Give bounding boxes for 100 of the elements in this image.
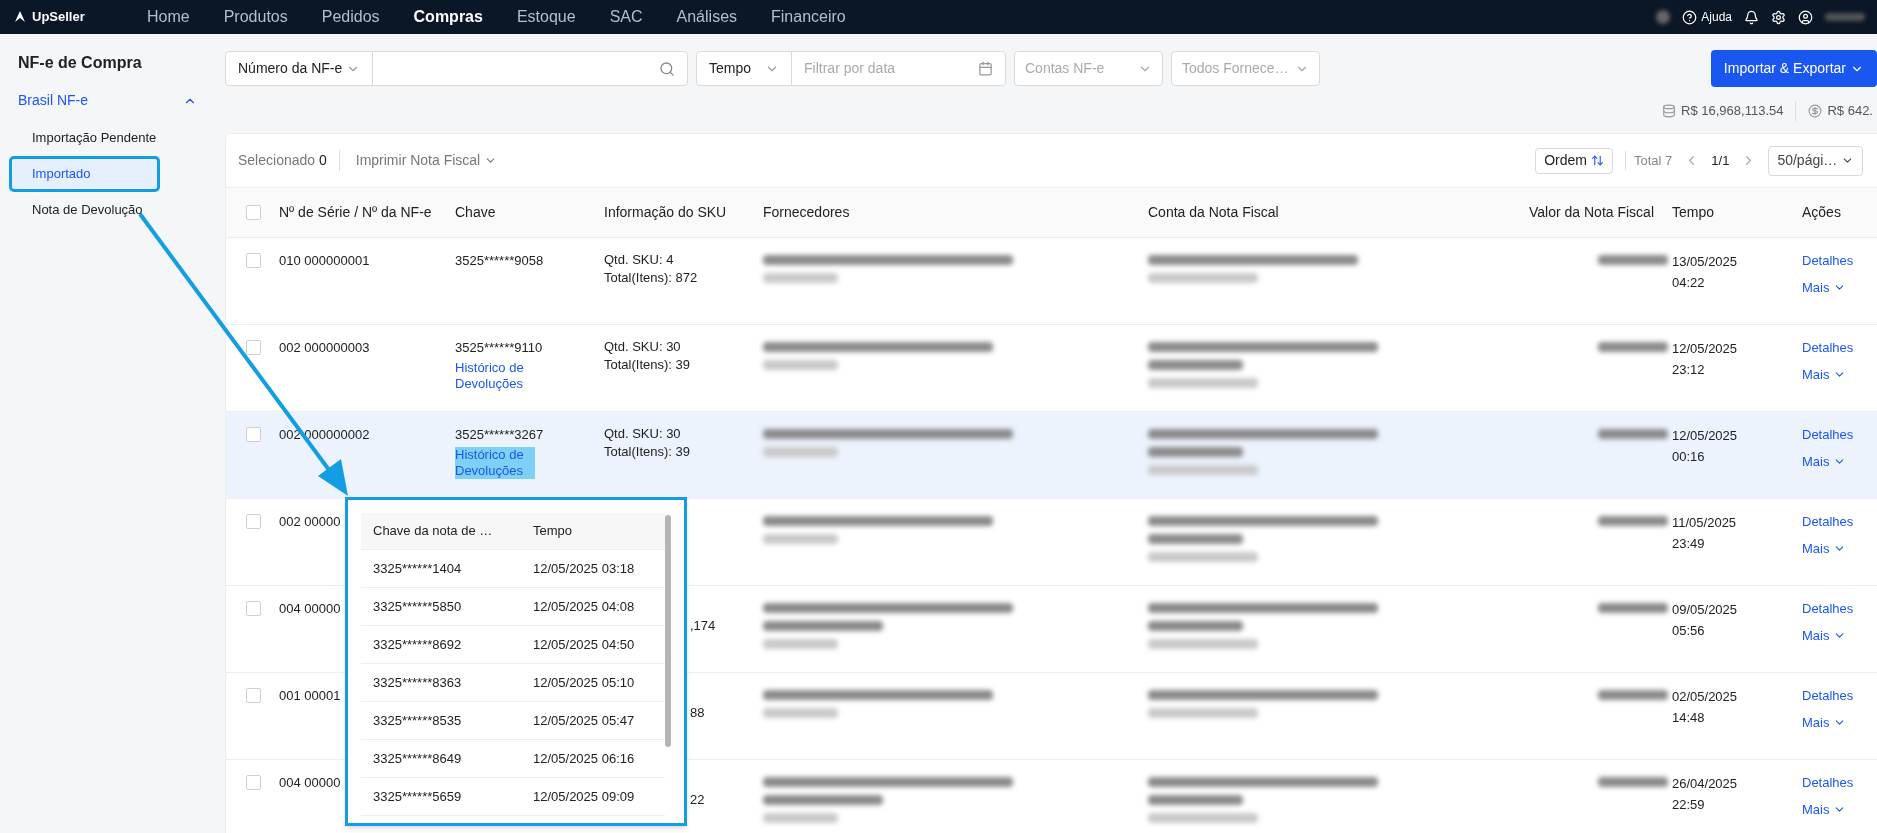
table-cell-text: 12/05/2025 05:47: [533, 711, 636, 730]
table-cell-text: 23:49: [1672, 535, 1706, 553]
more-menu[interactable]: Mais: [1802, 799, 1847, 819]
table-cell-text: 12/05/2025 04:08: [533, 597, 636, 616]
table-cell-text: 09/05/2025: [1672, 601, 1739, 619]
table-cell-text: 12/05/2025 06:16: [533, 749, 636, 768]
column-header: Valor da Nota Fiscal: [1529, 203, 1655, 222]
more-menu[interactable]: Mais: [1802, 451, 1847, 471]
sidebar-item[interactable]: Nota de Devolução: [10, 193, 205, 227]
redacted-text: [1598, 690, 1668, 700]
nav-tab[interactable]: Pedidos: [304, 5, 397, 29]
checkbox[interactable]: [246, 601, 261, 616]
order-button[interactable]: Ordem: [1535, 147, 1613, 174]
page-size-select[interactable]: 50/pági…: [1768, 145, 1864, 176]
column-header: Fornecedores: [763, 203, 851, 222]
user-icon[interactable]: [1798, 9, 1813, 25]
nav-tab[interactable]: Compras: [396, 5, 500, 29]
checkbox[interactable]: [246, 775, 261, 790]
import-export-button[interactable]: Importar & Exportar: [1710, 50, 1877, 87]
sidebar-title: NF-e de Compra: [17, 53, 143, 73]
table-cell: 002 000000003: [279, 340, 370, 355]
table-cell-text: 3525******9110: [455, 339, 543, 357]
nav-tab[interactable]: Produtos: [206, 5, 305, 29]
table-cell: 004 00000: [279, 601, 341, 616]
sort-icon: [1591, 154, 1604, 167]
redacted-text: [1598, 603, 1668, 613]
table-cell-text: 3325******5659: [373, 787, 463, 806]
details-link[interactable]: Detalhes: [1802, 686, 1854, 706]
details-link[interactable]: Detalhes: [1802, 251, 1854, 271]
details-link[interactable]: Detalhes: [1802, 512, 1854, 532]
table-cell: 001 00001: [279, 688, 341, 703]
time-type-select[interactable]: Tempo: [709, 58, 752, 79]
checkbox[interactable]: [246, 205, 261, 220]
redacted-text: [1598, 255, 1668, 265]
details-link[interactable]: Detalhes: [1802, 338, 1854, 358]
table-cell-text: 14:48: [1672, 709, 1706, 727]
column-header: Conta da Nota Fiscal: [1148, 203, 1280, 222]
table-cell-text: 13/05/2025: [1672, 253, 1739, 271]
nav-tab[interactable]: SAC: [592, 5, 660, 29]
table-cell: 88: [690, 704, 705, 722]
sidebar-item[interactable]: Importação Pendente: [10, 121, 205, 155]
checkbox[interactable]: [246, 688, 261, 703]
table-cell: 22: [690, 791, 705, 809]
table-cell-text: 26/04/2025: [1672, 775, 1739, 793]
table-cell: 002 000000002: [279, 427, 370, 442]
table-cell-text: 12/05/2025 04:50: [533, 635, 636, 654]
more-menu[interactable]: Mais: [1802, 712, 1847, 732]
returns-history-link[interactable]: Histórico de Devoluções: [455, 359, 535, 392]
column-header: Chave da nota de …: [373, 522, 494, 541]
details-link[interactable]: Detalhes: [1802, 773, 1854, 793]
help-link[interactable]: Ajuda: [1682, 8, 1732, 26]
date-filter[interactable]: Tempo Filtrar por data: [696, 51, 1006, 86]
table-cell-text: 12/05/2025: [1672, 340, 1739, 358]
table-cell-text: 02/05/2025: [1672, 688, 1739, 706]
details-link[interactable]: Detalhes: [1802, 425, 1854, 445]
date-placeholder: Filtrar por data: [803, 59, 897, 78]
checkbox[interactable]: [246, 427, 261, 442]
table-cell-text: 12/05/2025 05:10: [533, 673, 636, 692]
settings-icon[interactable]: [1771, 9, 1786, 25]
table-row[interactable]: 002 000000002 3525******3267 Histórico de Devoluções Qtd. SKU: 30 Total(Itens): 39 12/05/2025 00:16 Detalhes Mais: [226, 412, 1877, 499]
selected-count: Selecionado 0: [238, 150, 340, 171]
logo-text: UpSeller: [32, 8, 85, 27]
more-menu[interactable]: Mais: [1802, 364, 1847, 384]
checkbox[interactable]: [246, 253, 261, 268]
bell-icon[interactable]: [1744, 9, 1759, 25]
table-cell-text: 3325******8692: [373, 635, 463, 654]
checkbox[interactable]: [246, 514, 261, 529]
table-cell: Qtd. SKU: 30: [604, 425, 681, 443]
table-cell-text: 12/05/2025 03:18: [533, 559, 636, 578]
coins-icon: [1662, 104, 1677, 118]
nav-tab[interactable]: Estoque: [499, 5, 593, 29]
total-count: Total 7: [1625, 150, 1673, 171]
nav-tab[interactable]: Home: [130, 5, 207, 29]
table-cell: Qtd. SKU: 30: [604, 338, 681, 356]
redacted-text: [1598, 429, 1668, 439]
search-icon: [659, 60, 675, 77]
nav-tab[interactable]: Financeiro: [754, 5, 863, 29]
sidebar-group[interactable]: Brasil NF-e: [10, 90, 205, 111]
nav-tab[interactable]: Análises: [659, 5, 755, 29]
dollar-icon: [1808, 104, 1823, 118]
checkbox[interactable]: [246, 340, 261, 355]
search-field[interactable]: Número da NF-e: [225, 51, 688, 86]
search-type-select[interactable]: Número da NF-e: [238, 58, 343, 79]
more-menu[interactable]: Mais: [1802, 625, 1847, 645]
sidebar-item[interactable]: Importado: [10, 157, 159, 191]
table-cell-text: 3325******5850: [373, 597, 463, 616]
table-cell: 010 000000001: [279, 253, 370, 268]
total-amount: R$ 642.: [1827, 102, 1873, 121]
table-cell-text: 3325******8535: [373, 711, 463, 730]
details-link[interactable]: Detalhes: [1802, 599, 1854, 619]
column-header: Ações: [1802, 203, 1842, 222]
column-header: Tempo: [533, 522, 574, 541]
redacted-avatar: [1656, 10, 1671, 24]
print-menu[interactable]: Imprimir Nota Fiscal: [339, 150, 498, 171]
total-amount: R$ 16,968,113.54: [1681, 101, 1797, 121]
redacted-text: [1598, 516, 1668, 526]
table-cell-text: 3325******1404: [373, 559, 463, 578]
more-menu[interactable]: Mais: [1802, 277, 1847, 297]
scrollbar[interactable]: [665, 515, 671, 747]
more-menu[interactable]: Mais: [1802, 538, 1847, 558]
